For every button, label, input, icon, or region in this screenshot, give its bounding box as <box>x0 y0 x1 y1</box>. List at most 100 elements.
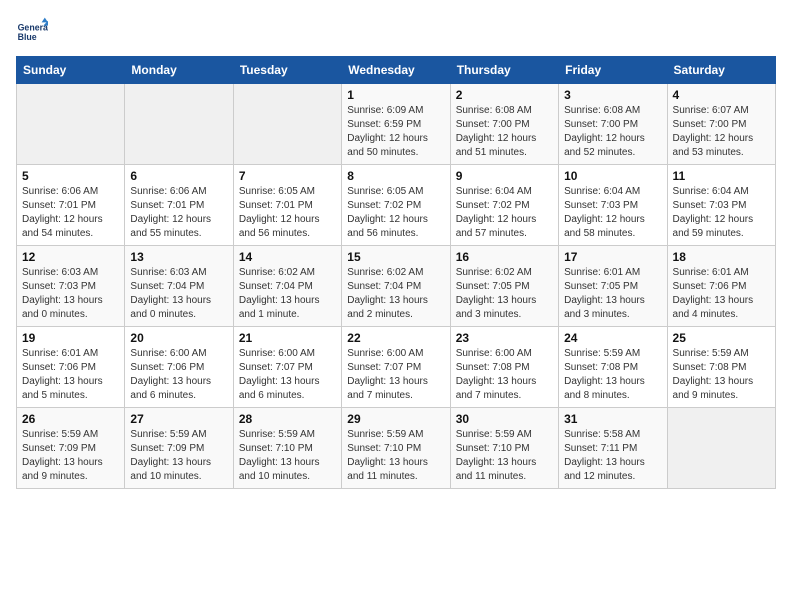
day-info: Sunrise: 6:01 AMSunset: 7:06 PMDaylight:… <box>673 266 770 322</box>
calendar-cell: 13 Sunrise: 6:03 AMSunset: 7:04 PMDayligh… <box>125 246 233 327</box>
daylight-text: Daylight: 12 hours and 52 minutes. <box>564 132 661 160</box>
calendar-cell <box>17 84 125 165</box>
daylight-text: Daylight: 13 hours and 8 minutes. <box>564 375 661 403</box>
day-info: Sunrise: 6:06 AMSunset: 7:01 PMDaylight:… <box>130 185 227 241</box>
sunset-text: Sunset: 7:05 PM <box>564 280 661 294</box>
sunrise-text: Sunrise: 6:06 AM <box>130 185 227 199</box>
sunset-text: Sunset: 7:01 PM <box>22 199 119 213</box>
daylight-text: Daylight: 13 hours and 7 minutes. <box>347 375 444 403</box>
daylight-text: Daylight: 13 hours and 7 minutes. <box>456 375 553 403</box>
sunrise-text: Sunrise: 6:00 AM <box>239 347 336 361</box>
weekday-header-row: SundayMondayTuesdayWednesdayThursdayFrid… <box>17 57 776 84</box>
sunset-text: Sunset: 7:02 PM <box>456 199 553 213</box>
sunrise-text: Sunrise: 6:08 AM <box>564 104 661 118</box>
sunrise-text: Sunrise: 6:08 AM <box>456 104 553 118</box>
day-info: Sunrise: 5:59 AMSunset: 7:09 PMDaylight:… <box>130 428 227 484</box>
day-number: 9 <box>456 169 553 183</box>
sunset-text: Sunset: 7:00 PM <box>564 118 661 132</box>
calendar-cell: 4Sunrise: 6:07 AMSunset: 7:00 PMDaylight… <box>667 84 775 165</box>
day-number: 22 <box>347 331 444 345</box>
day-number: 13 <box>130 250 227 264</box>
calendar-cell: 19Sunrise: 6:01 AMSunset: 7:06 PMDayligh… <box>17 327 125 408</box>
calendar-cell: 12Sunrise: 6:03 AMSunset: 7:03 PMDayligh… <box>17 246 125 327</box>
day-number: 23 <box>456 331 553 345</box>
daylight-text: Daylight: 13 hours and 0 minutes. <box>22 294 119 322</box>
day-info: Sunrise: 6:06 AMSunset: 7:01 PMDaylight:… <box>22 185 119 241</box>
day-info: Sunrise: 5:59 AMSunset: 7:09 PMDaylight:… <box>22 428 119 484</box>
day-number: 31 <box>564 412 661 426</box>
weekday-header-monday: Monday <box>125 57 233 84</box>
day-info: Sunrise: 5:59 AMSunset: 7:08 PMDaylight:… <box>673 347 770 403</box>
day-info: Sunrise: 6:03 AMSunset: 7:03 PMDaylight:… <box>22 266 119 322</box>
page-header: General Blue <box>16 16 776 48</box>
day-info: Sunrise: 5:59 AMSunset: 7:10 PMDaylight:… <box>456 428 553 484</box>
logo-icon: General Blue <box>16 16 48 48</box>
weekday-header-sunday: Sunday <box>17 57 125 84</box>
sunrise-text: Sunrise: 6:02 AM <box>239 266 336 280</box>
daylight-text: Daylight: 12 hours and 50 minutes. <box>347 132 444 160</box>
calendar-cell: 22 Sunrise: 6:00 AMSunset: 7:07 PMDayligh… <box>342 327 450 408</box>
sunrise-text: Sunrise: 5:59 AM <box>564 347 661 361</box>
day-info: Sunrise: 5:59 AMSunset: 7:10 PMDaylight:… <box>347 428 444 484</box>
sunset-text: Sunset: 7:09 PM <box>22 442 119 456</box>
sunset-text: Sunset: 7:04 PM <box>239 280 336 294</box>
day-number: 7 <box>239 169 336 183</box>
day-number: 1 <box>347 88 444 102</box>
day-info: Sunrise: 6:08 AMSunset: 7:00 PMDaylight:… <box>456 104 553 160</box>
day-info: Sunrise: 6:04 AMSunset: 7:03 PMDaylight:… <box>564 185 661 241</box>
sunrise-text: Sunrise: 5:59 AM <box>130 428 227 442</box>
daylight-text: Daylight: 12 hours and 56 minutes. <box>347 213 444 241</box>
sunset-text: Sunset: 7:00 PM <box>456 118 553 132</box>
sunrise-text: Sunrise: 6:03 AM <box>22 266 119 280</box>
calendar-cell: 14Sunrise: 6:02 AMSunset: 7:04 PMDayligh… <box>233 246 341 327</box>
sunset-text: Sunset: 7:08 PM <box>564 361 661 375</box>
calendar-cell: 30 Sunrise: 5:59 AMSunset: 7:10 PMDayligh… <box>450 408 558 489</box>
daylight-text: Daylight: 13 hours and 3 minutes. <box>564 294 661 322</box>
day-info: Sunrise: 6:03 AMSunset: 7:04 PMDaylight:… <box>130 266 227 322</box>
sunrise-text: Sunrise: 6:01 AM <box>673 266 770 280</box>
daylight-text: Daylight: 13 hours and 6 minutes. <box>239 375 336 403</box>
sunrise-text: Sunrise: 6:04 AM <box>456 185 553 199</box>
day-info: Sunrise: 6:05 AMSunset: 7:02 PMDaylight:… <box>347 185 444 241</box>
daylight-text: Daylight: 12 hours and 59 minutes. <box>673 213 770 241</box>
week-row-5: 26Sunrise: 5:59 AMSunset: 7:09 PMDayligh… <box>17 408 776 489</box>
calendar-cell: 9Sunrise: 6:04 AMSunset: 7:02 PMDaylight… <box>450 165 558 246</box>
calendar-cell: 26Sunrise: 5:59 AMSunset: 7:09 PMDayligh… <box>17 408 125 489</box>
weekday-header-thursday: Thursday <box>450 57 558 84</box>
sunset-text: Sunset: 7:06 PM <box>673 280 770 294</box>
day-number: 16 <box>456 250 553 264</box>
weekday-header-wednesday: Wednesday <box>342 57 450 84</box>
sunrise-text: Sunrise: 6:02 AM <box>347 266 444 280</box>
sunrise-text: Sunrise: 5:59 AM <box>347 428 444 442</box>
calendar-cell: 10 Sunrise: 6:04 AMSunset: 7:03 PMDayligh… <box>559 165 667 246</box>
day-number: 30 <box>456 412 553 426</box>
day-number: 10 <box>564 169 661 183</box>
day-info: Sunrise: 6:00 AMSunset: 7:07 PMDaylight:… <box>347 347 444 403</box>
sunset-text: Sunset: 7:01 PM <box>130 199 227 213</box>
calendar-cell: 29Sunrise: 5:59 AMSunset: 7:10 PMDayligh… <box>342 408 450 489</box>
sunset-text: Sunset: 7:10 PM <box>456 442 553 456</box>
calendar-cell: 15Sunrise: 6:02 AMSunset: 7:04 PMDayligh… <box>342 246 450 327</box>
sunset-text: Sunset: 7:08 PM <box>673 361 770 375</box>
calendar-cell: 24Sunrise: 5:59 AMSunset: 7:08 PMDayligh… <box>559 327 667 408</box>
calendar-cell: 6Sunrise: 6:06 AMSunset: 7:01 PMDaylight… <box>125 165 233 246</box>
sunrise-text: Sunrise: 5:59 AM <box>456 428 553 442</box>
sunrise-text: Sunrise: 5:59 AM <box>22 428 119 442</box>
calendar-cell <box>667 408 775 489</box>
calendar-cell: 2Sunrise: 6:08 AMSunset: 7:00 PMDaylight… <box>450 84 558 165</box>
day-info: Sunrise: 5:59 AMSunset: 7:10 PMDaylight:… <box>239 428 336 484</box>
weekday-header-tuesday: Tuesday <box>233 57 341 84</box>
sunset-text: Sunset: 7:04 PM <box>130 280 227 294</box>
day-number: 28 <box>239 412 336 426</box>
sunrise-text: Sunrise: 6:04 AM <box>564 185 661 199</box>
week-row-2: 5Sunrise: 6:06 AMSunset: 7:01 PMDaylight… <box>17 165 776 246</box>
daylight-text: Daylight: 13 hours and 10 minutes. <box>239 456 336 484</box>
sunrise-text: Sunrise: 6:01 AM <box>22 347 119 361</box>
sunrise-text: Sunrise: 6:00 AM <box>456 347 553 361</box>
daylight-text: Daylight: 12 hours and 55 minutes. <box>130 213 227 241</box>
sunset-text: Sunset: 7:07 PM <box>239 361 336 375</box>
week-row-1: 1Sunrise: 6:09 AMSunset: 6:59 PMDaylight… <box>17 84 776 165</box>
sunset-text: Sunset: 7:06 PM <box>22 361 119 375</box>
calendar-cell: 16Sunrise: 6:02 AMSunset: 7:05 PMDayligh… <box>450 246 558 327</box>
calendar-cell: 1Sunrise: 6:09 AMSunset: 6:59 PMDaylight… <box>342 84 450 165</box>
